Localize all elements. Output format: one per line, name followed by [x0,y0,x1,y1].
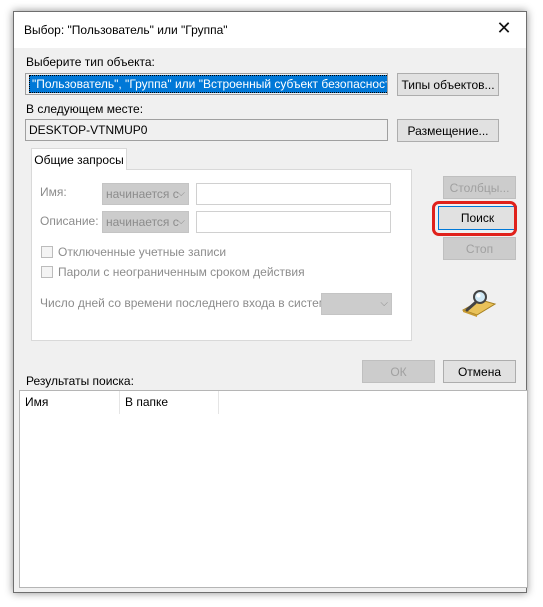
close-icon[interactable]: ✕ [482,12,526,44]
cancel-button[interactable]: Отмена [443,360,516,383]
days-since-login-select[interactable]: ⌵ [321,293,392,315]
title-bar: Выбор: "Пользователь" или "Группа" ✕ [14,12,526,48]
tab-common-queries[interactable]: Общие запросы [31,148,127,170]
common-queries-panel: Имя: начинается с ⌵ Описание: начинается… [31,169,412,341]
chevron-down-icon: ⌵ [177,188,185,199]
location-button[interactable]: Размещение... [397,119,499,142]
location-label: В следующем месте: [26,102,144,116]
no-expire-passwords-checkbox[interactable] [41,266,53,278]
chevron-down-icon: ⌵ [177,216,185,227]
days-since-login-label: Число дней со времени последнего входа в… [40,296,337,310]
column-header-name[interactable]: Имя [20,391,120,414]
description-label: Описание: [40,214,99,228]
description-mode-select[interactable]: начинается с ⌵ [102,211,189,233]
dialog-window: Выбор: "Пользователь" или "Группа" ✕ Выб… [13,11,528,593]
columns-button[interactable]: Столбцы... [443,176,516,199]
object-types-button[interactable]: Типы объектов... [397,73,499,96]
description-input[interactable] [196,211,391,233]
disabled-accounts-label: Отключенные учетные записи [58,245,227,259]
results-label: Результаты поиска: [26,374,134,388]
magnifier-icon [461,288,497,318]
object-type-value: "Пользователь", "Группа" или "Встроенный… [29,75,387,93]
column-header-folder[interactable]: В папке [120,391,219,414]
name-label: Имя: [40,185,67,199]
chevron-down-icon: ⌵ [380,298,388,309]
stop-button[interactable]: Стоп [443,237,516,260]
results-list[interactable]: Имя В папке [19,390,528,588]
ok-button[interactable]: ОК [362,360,435,383]
description-mode-value: начинается с [106,215,179,229]
no-expire-passwords-label: Пароли с неограниченным сроком действия [58,265,305,279]
location-field[interactable]: DESKTOP-VTNMUP0 [25,119,388,141]
object-type-label: Выберите тип объекта: [26,55,155,69]
name-mode-value: начинается с [106,187,179,201]
search-button-highlight [432,201,517,236]
disabled-accounts-checkbox[interactable] [41,246,53,258]
object-type-field[interactable]: "Пользователь", "Группа" или "Встроенный… [25,73,388,95]
name-mode-select[interactable]: начинается с ⌵ [102,183,189,205]
window-title: Выбор: "Пользователь" или "Группа" [24,23,228,37]
name-input[interactable] [196,183,391,205]
